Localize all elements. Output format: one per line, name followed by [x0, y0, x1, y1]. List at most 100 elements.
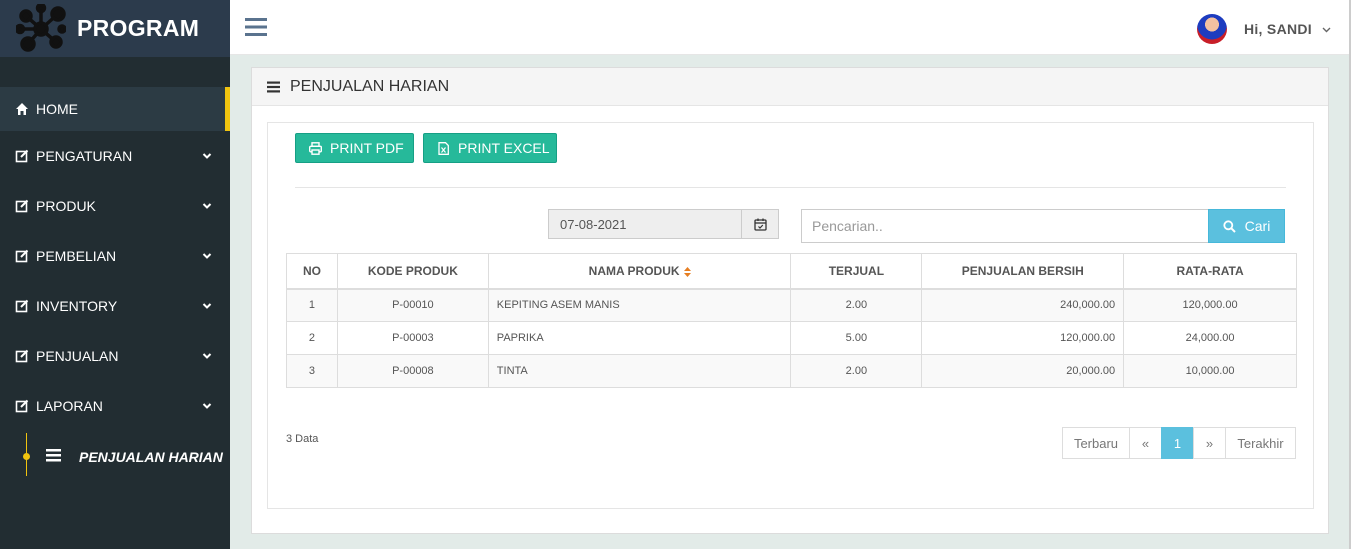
column-header[interactable]: RATA-RATA [1123, 253, 1297, 290]
sidebar-item-inventory[interactable]: INVENTORY [0, 281, 230, 331]
home-icon [16, 103, 28, 115]
sidebar-subitem-penjualan-harian[interactable]: PENJUALAN HARIAN [0, 433, 230, 479]
cell-kode: P-00008 [336, 354, 489, 388]
sidebar-item-label: LAPORAN [36, 398, 103, 414]
brand[interactable]: PROGRAM [0, 0, 230, 57]
sidebar-item-label: PENJUALAN [36, 348, 119, 364]
cell-rata: 120,000.00 [1123, 288, 1297, 322]
sidebar-item-home[interactable]: HOME [0, 87, 230, 131]
table-row: 3 P-00008 TINTA 2.00 20,000.00 10,000.00 [286, 354, 1297, 388]
cell-kode: P-00010 [336, 288, 489, 322]
list-icon [267, 81, 280, 92]
chevron-down-icon [202, 303, 212, 309]
user-greeting: Hi, SANDI [1243, 21, 1312, 37]
cell-penjualan: 20,000.00 [921, 354, 1125, 388]
sidebar-item-label: HOME [36, 101, 78, 117]
search-placeholder: Pencarian.. [812, 218, 883, 234]
cell-rata: 10,000.00 [1123, 354, 1297, 388]
panel-header: PENJUALAN HARIAN [252, 68, 1328, 106]
sidebar-item-label: PEMBELIAN [36, 248, 117, 264]
column-header[interactable]: NO [286, 253, 338, 290]
table-header-row: NO KODE PRODUK NAMA PRODUK TERJUAL PENJU… [286, 253, 1297, 290]
search-button[interactable]: Cari [1208, 209, 1285, 243]
cell-penjualan: 120,000.00 [921, 321, 1125, 355]
search-input[interactable]: Pencarian.. [801, 209, 1209, 243]
sales-table: NO KODE PRODUK NAMA PRODUK TERJUAL PENJU… [286, 253, 1297, 388]
edit-icon [15, 149, 29, 163]
edit-icon [15, 249, 29, 263]
chevron-down-icon [202, 403, 212, 409]
search-icon [1223, 219, 1236, 233]
molecule-logo-icon [16, 3, 66, 52]
main-panel: PENJUALAN HARIAN PRINT PDF PRINT EXCEL 0… [251, 67, 1329, 534]
cell-kode: P-00003 [336, 321, 489, 355]
column-header[interactable]: TERJUAL [790, 253, 923, 290]
cell-nama: TINTA [487, 354, 792, 388]
pagination: Terbaru « 1 » Terakhir [1062, 427, 1296, 459]
search-button-label: Cari [1244, 218, 1271, 234]
sidebar-item-pembelian[interactable]: PEMBELIAN [0, 231, 230, 281]
sidebar-item-label: PRODUK [36, 198, 96, 214]
sidebar-item-label: PENGATURAN [36, 148, 133, 164]
print-pdf-label: PRINT PDF [330, 140, 404, 156]
brand-name: PROGRAM [77, 15, 200, 41]
cell-nama: PAPRIKA [487, 321, 792, 355]
topbar: Hi, SANDI [230, 0, 1351, 55]
cell-terjual: 2.00 [790, 354, 923, 388]
sidebar-item-laporan[interactable]: LAPORAN [0, 381, 230, 431]
chevron-down-icon [202, 353, 212, 359]
user-menu[interactable]: Hi, SANDI [1196, 14, 1331, 44]
list-icon [46, 449, 61, 462]
menu-toggle-icon[interactable] [245, 17, 267, 37]
print-excel-label: PRINT EXCEL [458, 140, 550, 156]
edit-icon [15, 399, 29, 413]
sidebar-item-penjualan[interactable]: PENJUALAN [0, 331, 230, 381]
sidebar-item-label: INVENTORY [36, 298, 118, 314]
page-first-button[interactable]: Terbaru [1062, 427, 1130, 459]
date-field[interactable]: 07-08-2021 [548, 209, 742, 239]
page-prev-button[interactable]: « [1129, 427, 1162, 459]
divider [295, 187, 1286, 188]
table-row: 1 P-00010 KEPITING ASEM MANIS 2.00 240,0… [286, 288, 1297, 322]
column-header-label: NAMA PRODUK [588, 263, 680, 278]
chevron-down-icon [1322, 27, 1331, 32]
content-box: PRINT PDF PRINT EXCEL 07-08-2021 Pencari… [267, 122, 1314, 509]
calendar-button[interactable] [741, 209, 779, 239]
cell-nama: KEPITING ASEM MANIS [487, 288, 792, 322]
cell-terjual: 5.00 [790, 321, 923, 355]
edit-icon [15, 299, 29, 313]
calendar-icon [753, 218, 767, 231]
cell-penjualan: 240,000.00 [921, 288, 1125, 322]
cell-no: 1 [286, 288, 338, 322]
chevron-down-icon [202, 203, 212, 209]
print-icon [309, 141, 322, 155]
sidebar-item-pengaturan[interactable]: PENGATURAN [0, 131, 230, 181]
column-header-nama-produk[interactable]: NAMA PRODUK [487, 253, 792, 290]
column-header[interactable]: KODE PRODUK [336, 253, 489, 290]
print-excel-button[interactable]: PRINT EXCEL [423, 133, 557, 163]
date-picker[interactable]: 07-08-2021 [548, 209, 779, 239]
edit-icon [15, 349, 29, 363]
page-title: PENJUALAN HARIAN [290, 77, 450, 95]
submenu-label: PENJUALAN HARIAN [79, 449, 223, 465]
cell-terjual: 2.00 [790, 288, 923, 322]
cell-rata: 24,000.00 [1123, 321, 1297, 355]
record-count: 3 Data [286, 433, 319, 445]
submenu-dot [23, 453, 30, 460]
sidebar-item-produk[interactable]: PRODUK [0, 181, 230, 231]
page-last-button[interactable]: Terakhir [1225, 427, 1296, 459]
cell-no: 3 [286, 354, 338, 388]
page-next-button[interactable]: » [1193, 427, 1226, 459]
print-pdf-button[interactable]: PRINT PDF [295, 133, 414, 163]
cell-no: 2 [286, 321, 338, 355]
table-row: 2 P-00003 PAPRIKA 5.00 120,000.00 24,000… [286, 321, 1297, 355]
sidebar: PROGRAM HOME PENGATURAN PRODUK PEMBELIAN… [0, 0, 230, 549]
sidebar-menu: HOME PENGATURAN PRODUK PEMBELIAN INVENTO… [0, 87, 230, 431]
page-current-button[interactable]: 1 [1161, 427, 1194, 459]
edit-icon [15, 199, 29, 213]
excel-file-icon [438, 141, 449, 155]
avatar [1196, 14, 1227, 44]
date-value: 07-08-2021 [560, 216, 627, 232]
column-header[interactable]: PENJUALAN BERSIH [921, 253, 1125, 290]
chevron-down-icon [202, 153, 212, 159]
